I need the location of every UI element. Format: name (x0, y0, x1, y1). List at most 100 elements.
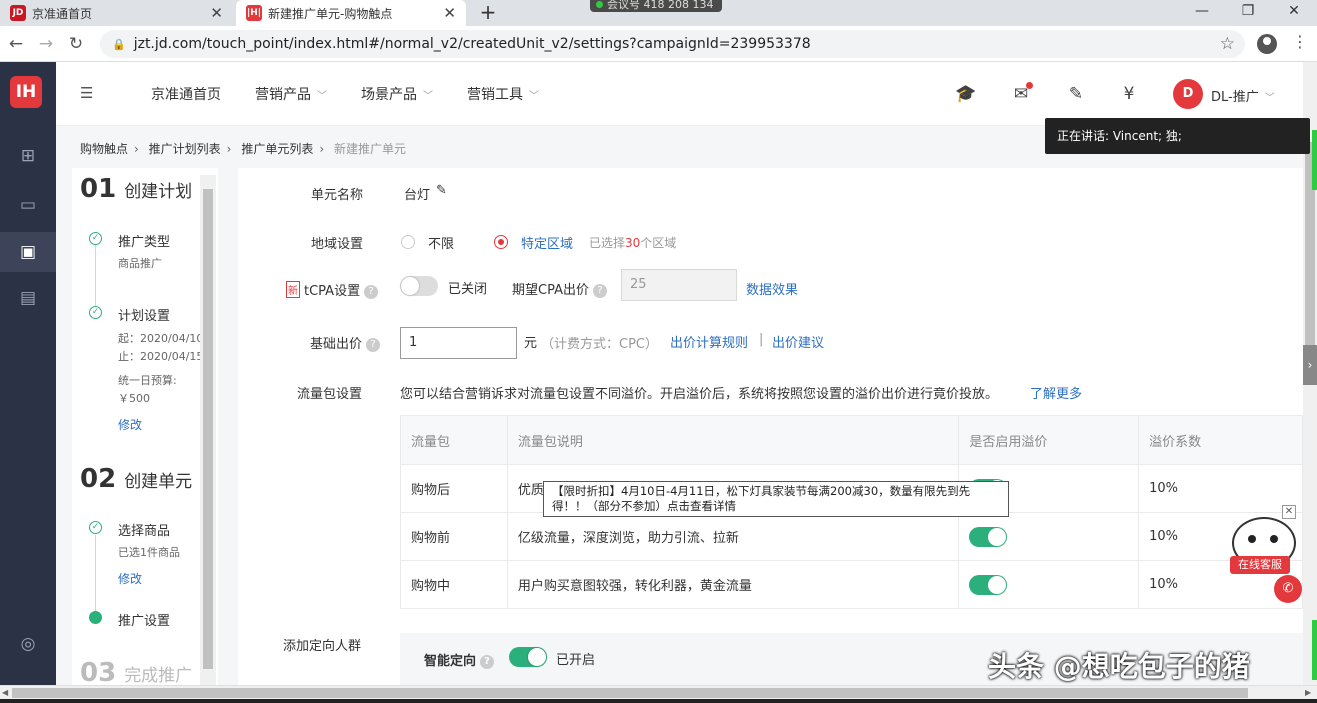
bookmark-star-icon[interactable]: ☆ (1220, 30, 1235, 58)
package-name: 购物后 (400, 464, 508, 513)
edit-plan-link[interactable]: 修改 (118, 416, 142, 433)
steps-scrollbar[interactable] (200, 175, 216, 685)
forward-icon[interactable]: → (34, 32, 58, 56)
tab-new-unit[interactable]: |H| 新建推广单元-购物触点 ✕ (236, 0, 466, 26)
account-menu[interactable]: DL-推广 ﹀ (1211, 86, 1275, 105)
back-icon[interactable]: ← (4, 32, 28, 56)
region-specific-link[interactable]: 特定区域 (521, 233, 573, 252)
tcpa-status: 已关闭 (448, 282, 488, 297)
edit-note-icon[interactable]: ✎ (1064, 82, 1088, 106)
package-name: 购物中 (400, 560, 508, 609)
radio-specific-region[interactable] (494, 235, 508, 249)
base-bid-label: 基础出价? (310, 333, 381, 352)
step-create-unit: 02 创建单元 (80, 464, 192, 494)
premium-toggle[interactable] (969, 526, 1008, 547)
more-menu-icon[interactable]: ⋮ (1292, 32, 1308, 51)
close-icon[interactable]: ✕ (210, 4, 223, 22)
data-effect-link[interactable]: 数据效果 (746, 279, 798, 298)
step-title: 创建单元 (124, 472, 193, 492)
phone-icon[interactable]: ✆ (1274, 575, 1302, 603)
nav-marketing-tools[interactable]: 营销工具 ﹀ (467, 84, 539, 104)
step-title: 完成推广 (124, 666, 193, 685)
minimize-icon[interactable]: — (1179, 0, 1225, 26)
step-number: 02 (80, 464, 117, 494)
step-create-plan: 01 创建计划 (80, 174, 192, 204)
column-header: 流量包说明 (506, 415, 960, 465)
tcpa-expect-input[interactable]: 25 (621, 269, 737, 301)
link-divider: | (759, 332, 764, 347)
nav-scene-products[interactable]: 场景产品 ﹀ (361, 84, 433, 104)
substep-value: 商品推广 (118, 257, 162, 270)
report-icon[interactable]: ▤ (0, 278, 56, 318)
premium-toggle[interactable] (969, 574, 1008, 595)
left-rail: IH ⊞ ▭ ▣ ▤ ◎ (0, 62, 56, 685)
breadcrumb-item[interactable]: 推广计划列表 (149, 142, 221, 156)
tcpa-label: 新 tCPA设置? (286, 280, 379, 299)
tcpa-expect-text: 期望CPA出价 (512, 283, 589, 298)
help-icon[interactable]: ? (364, 285, 379, 299)
meeting-number: 会议号 418 208 134 (607, 0, 714, 11)
online-service-label[interactable]: 在线客服 (1230, 556, 1290, 574)
mail-icon[interactable]: ✉ (1009, 82, 1033, 106)
scroll-right-icon[interactable]: ▶ (1305, 686, 1311, 700)
tab-title: 新建推广单元-购物触点 (268, 6, 393, 21)
nav-marketing-products[interactable]: 营销产品 ﹀ (255, 84, 327, 104)
window-close-icon[interactable]: ✕ (1271, 0, 1317, 26)
bid-advice-link[interactable]: 出价建议 (772, 332, 824, 351)
maximize-icon[interactable]: ❐ (1225, 0, 1271, 26)
edit-products-link[interactable]: 修改 (118, 570, 142, 587)
nav-jzt-home[interactable]: 京准通首页 (151, 84, 221, 104)
close-icon[interactable]: ✕ (443, 4, 456, 22)
scroll-thumb[interactable] (12, 688, 1248, 698)
profile-icon[interactable] (1257, 34, 1277, 54)
account-name: DL-推广 (1211, 90, 1259, 105)
radio-unlimited[interactable] (401, 235, 415, 249)
customer-service-widget[interactable]: ✕ 在线客服 ✆ (1226, 505, 1302, 605)
tab-jzt-home[interactable]: JD 京准通首页 ✕ (0, 0, 233, 26)
graduation-cap-icon[interactable]: 🎓 (954, 82, 978, 106)
chevron-down-icon: ﹀ (1264, 93, 1275, 104)
briefcase-icon[interactable]: ▣ (0, 232, 56, 272)
dashboard-icon[interactable]: ⊞ (0, 136, 56, 176)
substep-current: 推广设置 (118, 614, 171, 629)
bid-rule-link[interactable]: 出价计算规则 (670, 332, 748, 351)
url-input[interactable]: 🔒 jzt.jd.com/touch_point/index.html#/norm… (100, 30, 1245, 58)
region-selected-prefix: 已选择 (589, 236, 626, 250)
help-icon[interactable]: ? (366, 338, 381, 352)
help-icon[interactable]: ? (592, 284, 607, 298)
check-circle-icon: ✓ (89, 306, 102, 319)
table-row: 购物中 用户购买意图较强，转化利器，黄金流量 10% (400, 560, 1303, 609)
help-icon[interactable]: ? (480, 655, 495, 669)
chevron-right-icon[interactable]: › (1303, 345, 1317, 385)
breadcrumb-item[interactable]: 推广单元列表 (241, 142, 313, 156)
pencil-edit-icon[interactable]: ✎ (436, 183, 447, 198)
browser-tab-bar: JD 京准通首页 ✕ |H| 新建推广单元-购物触点 ✕ + 会议号 418 2… (0, 0, 1317, 26)
scroll-thumb[interactable] (203, 189, 213, 669)
new-tab-button[interactable]: + (478, 0, 498, 26)
settings-circle-icon[interactable]: ◎ (0, 624, 56, 664)
learn-more-link[interactable]: 了解更多 (1030, 383, 1082, 402)
address-bar: ← → ↻ 🔒 jzt.jd.com/touch_point/index.html… (0, 26, 1317, 62)
scroll-left-icon[interactable]: ◀ (2, 686, 8, 700)
reload-icon[interactable]: ↻ (64, 32, 88, 56)
jzt-logo-icon[interactable]: IH (10, 76, 42, 108)
base-bid-input[interactable]: 1 (400, 327, 517, 359)
substep-value: 已选1件商品 (118, 546, 180, 559)
horizontal-scrollbar[interactable]: ◀ ▶ (0, 685, 1317, 699)
jd-favicon-icon: JD (10, 5, 26, 21)
close-icon[interactable]: ✕ (1282, 505, 1296, 519)
menu-toggle-icon[interactable]: ☰ (80, 84, 93, 102)
breadcrumb-item[interactable]: 购物触点 (80, 142, 128, 156)
tcpa-toggle[interactable] (400, 276, 438, 296)
smart-target-toggle[interactable] (509, 647, 547, 667)
avatar[interactable]: D (1173, 79, 1203, 109)
traffic-description: 您可以结合营销诉求对流量包设置不同溢价。开启溢价后，系统将按照您设置的溢价出价进… (400, 387, 999, 402)
yuan-wallet-icon[interactable]: ¥ (1117, 82, 1141, 106)
live-dot-icon (596, 1, 603, 8)
monitor-chart-icon[interactable]: ▭ (0, 185, 56, 225)
column-header: 流量包 (400, 415, 508, 465)
step-number: 01 (80, 174, 117, 204)
nav-label: 场景产品 (361, 87, 417, 103)
nav-label: 京准通首页 (151, 87, 221, 103)
promotion-tooltip[interactable]: 【限时折扣】4月10日-4月11日，松下灯具家装节每满200减30，数量有限先到… (543, 481, 1009, 517)
